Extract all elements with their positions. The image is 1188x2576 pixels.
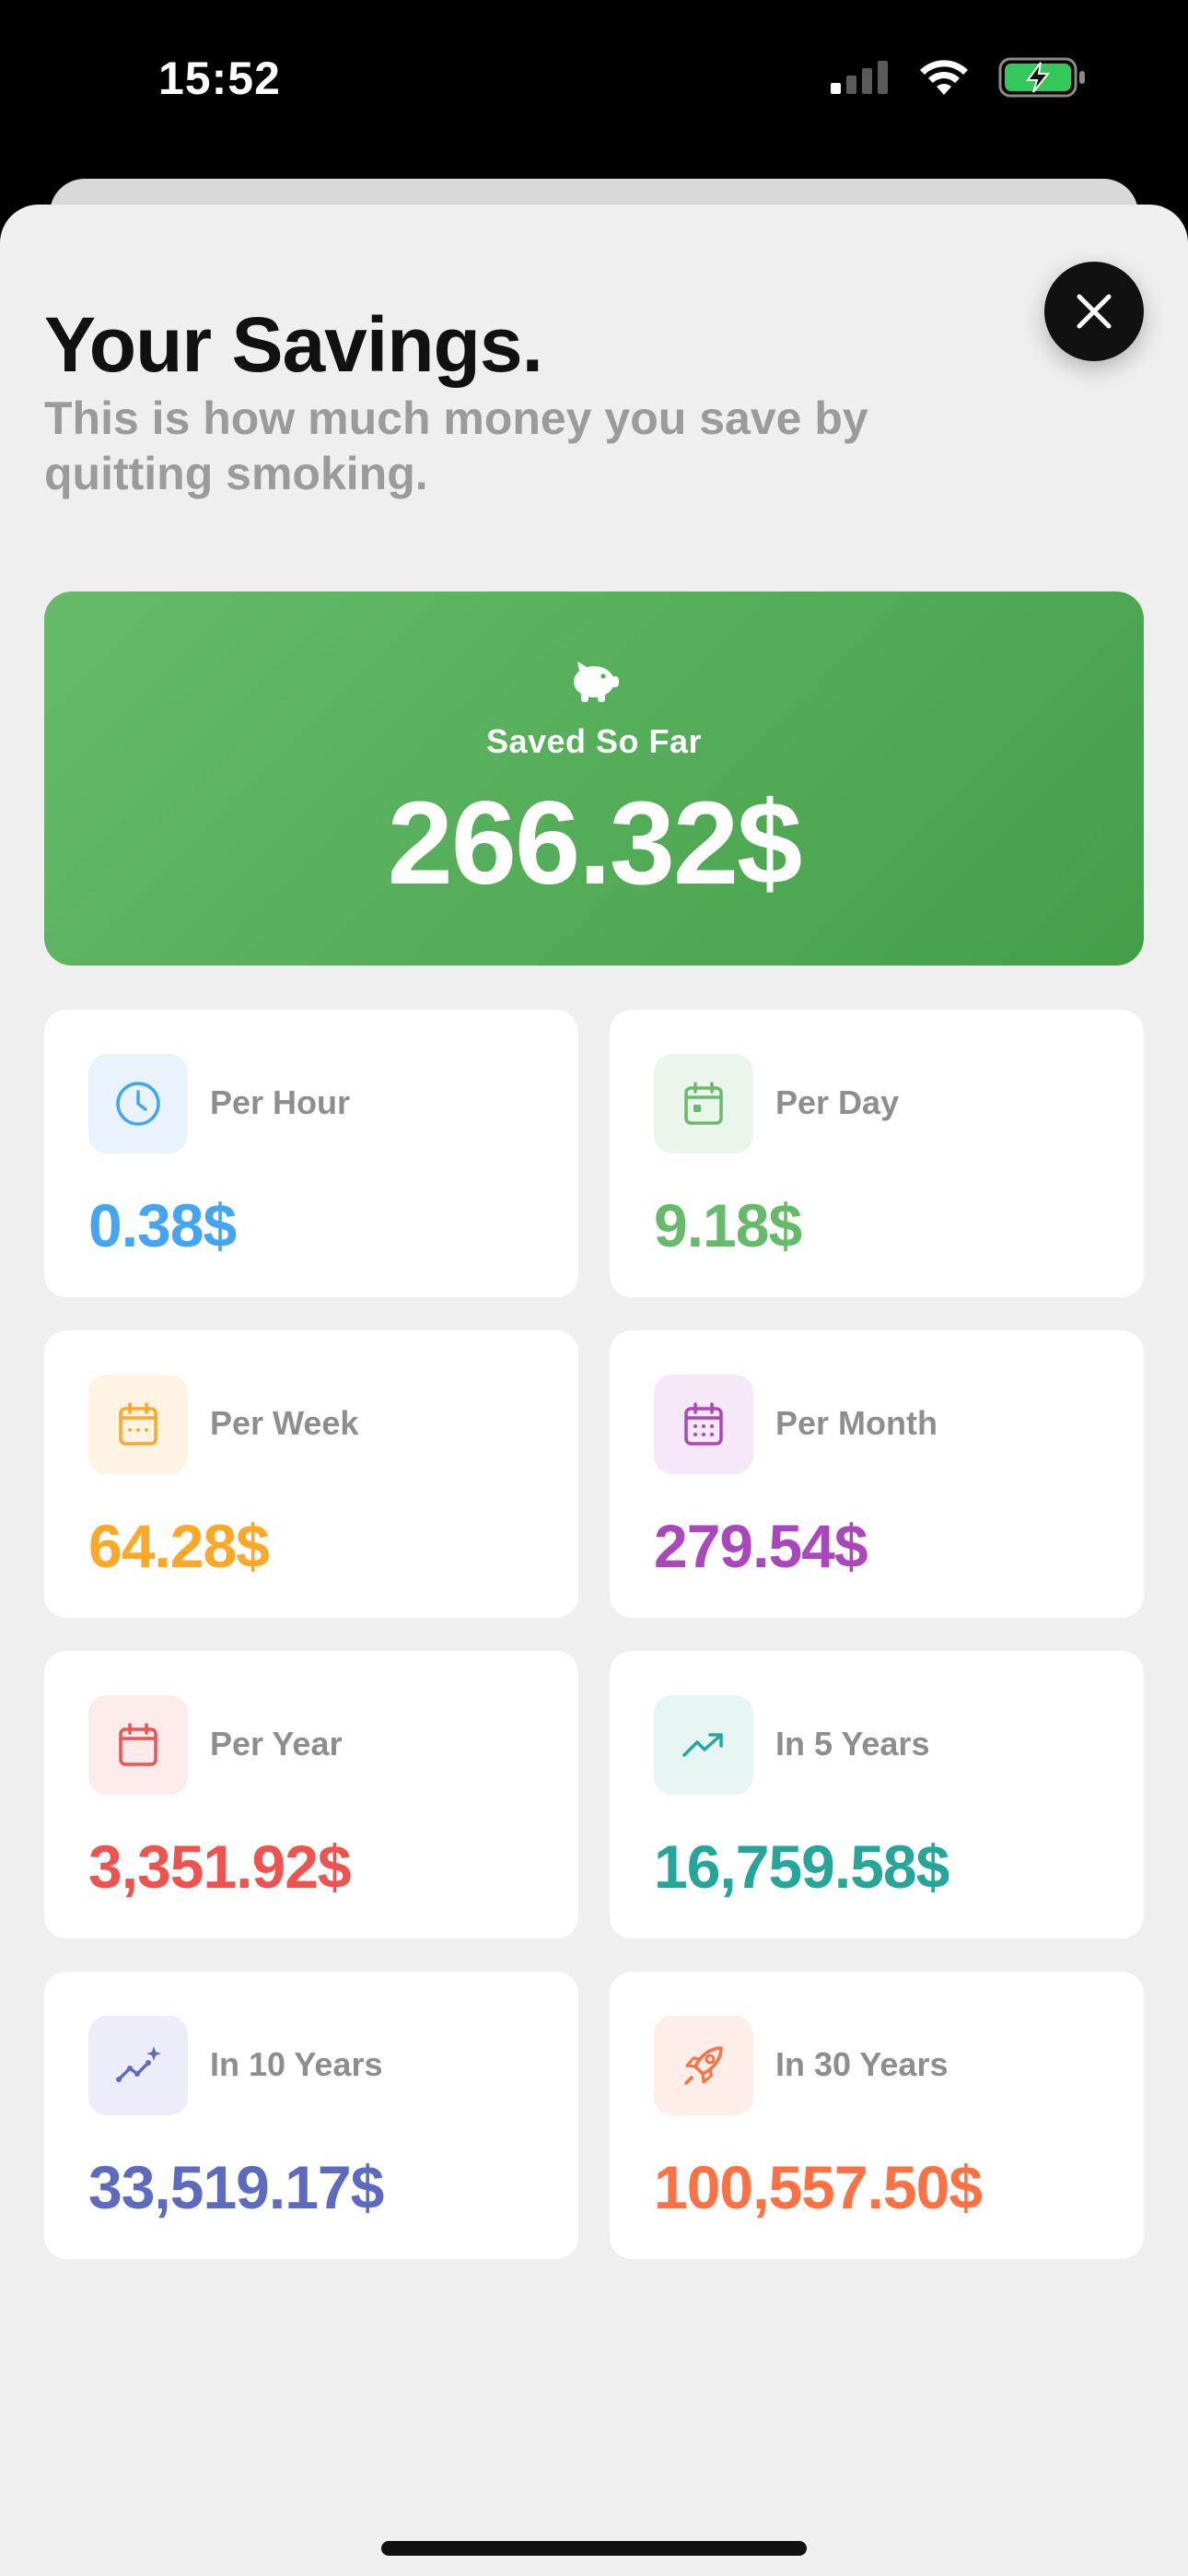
stat-label: Per Hour <box>210 1083 351 1121</box>
page-title: Your Savings. <box>44 301 543 388</box>
stat-value: 279.54$ <box>654 1512 868 1580</box>
close-button[interactable] <box>1044 262 1144 361</box>
icon-box <box>88 1695 188 1795</box>
stat-card-per-week: Per Week 64.28$ <box>44 1330 578 1618</box>
stat-label: Per Month <box>775 1404 938 1442</box>
page-subtitle: This is how much money you save by quitt… <box>44 392 868 499</box>
clock-icon <box>116 1082 160 1126</box>
close-icon <box>1077 294 1112 329</box>
status-icons <box>831 57 1087 98</box>
stat-card-per-day: Per Day 9.18$ <box>610 1010 1144 1297</box>
icon-box <box>88 2016 188 2115</box>
calendar-year-icon <box>119 1723 157 1766</box>
calendar-month-icon <box>684 1402 723 1446</box>
icon-box <box>88 1375 188 1474</box>
stat-label: Per Week <box>210 1404 359 1442</box>
stat-value: 3,351.92$ <box>88 1832 352 1901</box>
stat-card-per-hour: Per Hour 0.38$ <box>44 1010 578 1297</box>
trend-up-icon <box>682 1733 723 1757</box>
stat-value: 100,557.50$ <box>654 2153 983 2221</box>
stat-label: In 5 Years <box>775 1725 930 1762</box>
icon-box <box>654 1375 753 1474</box>
status-bar: 15:52 <box>0 0 1188 175</box>
stat-card-in-30-years: In 30 Years 100,557.50$ <box>610 1972 1144 2259</box>
stat-label: In 10 Years <box>210 2045 383 2083</box>
status-time: 15:52 <box>158 53 281 104</box>
stat-label: In 30 Years <box>775 2045 949 2083</box>
stat-label: Per Year <box>210 1725 343 1762</box>
sparkle-chart-icon <box>116 2046 161 2082</box>
stat-card-per-year: Per Year 3,351.92$ <box>44 1651 578 1938</box>
stat-label: Per Day <box>775 1083 900 1121</box>
home-indicator[interactable] <box>381 2541 807 2556</box>
cellular-signal-icon <box>831 61 888 94</box>
stat-value: 16,759.58$ <box>654 1832 949 1901</box>
rocket-icon <box>684 2046 723 2085</box>
stat-value: 0.38$ <box>88 1191 237 1259</box>
stat-value: 64.28$ <box>88 1512 270 1580</box>
saved-so-far-card: Saved So Far 266.32$ <box>44 591 1144 966</box>
calendar-day-icon <box>684 1082 723 1125</box>
icon-box <box>654 2016 753 2115</box>
icon-box <box>88 1054 188 1153</box>
stat-value: 33,519.17$ <box>88 2153 384 2221</box>
calendar-week-icon <box>119 1402 157 1446</box>
stat-card-per-month: Per Month 279.54$ <box>610 1330 1144 1618</box>
icon-box <box>654 1054 753 1153</box>
stat-card-in-5-years: In 5 Years 16,759.58$ <box>610 1651 1144 1938</box>
wifi-icon <box>920 60 968 95</box>
stat-value: 9.18$ <box>654 1191 802 1259</box>
icon-box <box>654 1695 753 1795</box>
piggy-bank-icon <box>574 662 619 702</box>
saved-so-far-value: 266.32$ <box>387 778 803 909</box>
stat-card-in-10-years: In 10 Years 33,519.17$ <box>44 1972 578 2259</box>
saved-so-far-label: Saved So Far <box>485 722 703 760</box>
battery-charging-icon <box>998 57 1085 98</box>
